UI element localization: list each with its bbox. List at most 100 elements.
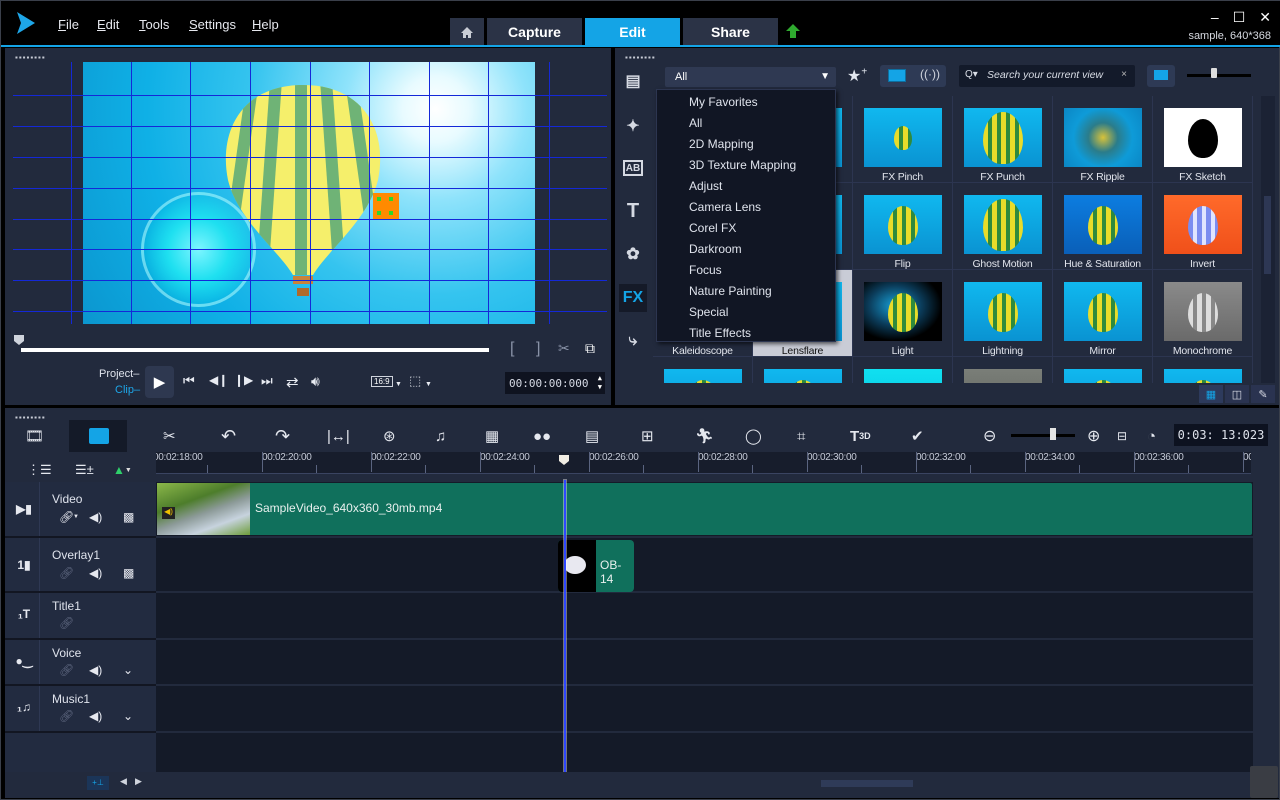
video-filter-view-icon[interactable] [888, 69, 906, 82]
transition-icon[interactable]: AB [623, 160, 643, 176]
split-clip-icon[interactable]: ✂ [558, 340, 570, 357]
time-ruler[interactable]: 00:02:18:00 00:02:20:00 00:02:22:00 00:02:2… [156, 452, 1251, 474]
filter-thumbnail[interactable] [753, 357, 853, 383]
pan-zoom-icon[interactable]: ⌗ [797, 424, 805, 448]
volume-icon[interactable]: ◀) [89, 566, 102, 580]
options-panel-icon[interactable]: ◫ [1225, 385, 1249, 403]
sound-mixer-icon[interactable]: ♫ [435, 424, 446, 448]
timeline-vertical-scrollbar[interactable] [1253, 452, 1279, 772]
track-lane[interactable]: OB-14 [156, 538, 1253, 593]
crop-select-icon[interactable]: ⬚ [409, 373, 421, 389]
3d-title-icon[interactable]: T 3D [850, 424, 871, 448]
add-track-icon[interactable]: +⊥ [87, 776, 109, 790]
filter-thumbnail[interactable]: Light [853, 270, 953, 357]
player-timecode[interactable]: 00:00:00:000 ▲ ▼ [505, 372, 605, 394]
link-icon[interactable]: 🔗︎ [59, 663, 74, 677]
scroll-left-icon[interactable]: ◀ [120, 776, 127, 787]
scrubber-handle[interactable] [13, 334, 25, 346]
filter-thumbnail[interactable]: Invert [1153, 183, 1253, 270]
filter-thumbnail[interactable] [953, 357, 1053, 383]
menu-help[interactable]: Help [252, 17, 279, 32]
timecode-spinner[interactable]: ▲ ▼ [598, 374, 602, 392]
filter-category-select[interactable]: All ▼ [665, 67, 836, 87]
volume-icon[interactable]: ◀) [89, 709, 102, 723]
zoom-in-icon[interactable]: ⊕ [1087, 424, 1100, 448]
maximize-button[interactable]: ☐ [1233, 9, 1246, 26]
filter-thumbnail[interactable]: FX Sketch [1153, 96, 1253, 183]
add-to-favorites-icon[interactable]: ★+ [847, 66, 867, 86]
transparency-icon[interactable]: ▩ [123, 566, 134, 580]
playhead-marker[interactable] [558, 454, 570, 466]
time-remapping-icon[interactable]: 🏃︎ [695, 424, 714, 448]
playhead-line[interactable] [564, 480, 566, 772]
project-mode-label[interactable]: Project– [99, 368, 139, 380]
filter-thumbnail[interactable] [1053, 357, 1153, 383]
title-icon[interactable]: T [619, 197, 647, 225]
motion-tracking-icon[interactable]: ●● [533, 424, 551, 448]
aspect-ratio-button[interactable]: 16:9 [371, 376, 393, 387]
track-manager-icon[interactable]: ⋮☰ [27, 458, 52, 482]
filter-thumbnail[interactable]: Mirror [1053, 270, 1153, 357]
instant-project-icon[interactable]: ✦ [619, 112, 647, 140]
mask-creator-icon[interactable]: ◯ [745, 424, 762, 448]
enable-ripple-icon[interactable]: ▲ ▼ [113, 458, 132, 482]
link-icon[interactable]: 🔗︎ [59, 566, 74, 580]
transparency-icon[interactable]: ▩ [123, 510, 134, 524]
mark-in-button[interactable]: [ [510, 340, 514, 358]
go-to-end-icon[interactable]: ⏭ [261, 373, 273, 389]
slider-knob[interactable] [1211, 68, 1217, 78]
fit-timeline-icon[interactable]: ⊟ [1117, 424, 1127, 448]
chevron-down-icon[interactable]: ▼ [395, 381, 402, 388]
dropdown-option[interactable]: My Favorites [689, 95, 758, 109]
timeline-zoom-slider[interactable] [1011, 434, 1075, 437]
menu-tools[interactable]: Tools [139, 17, 169, 32]
filter-fx-icon[interactable]: FX [619, 284, 647, 312]
next-frame-icon[interactable]: ❙▶ [234, 373, 253, 387]
previous-frame-icon[interactable]: ◀❙ [209, 373, 228, 387]
auto-music-icon[interactable]: ▦ [485, 424, 499, 448]
dropdown-option[interactable]: Special [689, 305, 728, 319]
tab-edit[interactable]: Edit [585, 18, 680, 46]
chevron-down-icon[interactable]: ▼ [73, 514, 79, 520]
timeline-horizontal-scrollbar[interactable] [821, 780, 913, 787]
filter-thumbnail[interactable]: Hue & Saturation [1053, 183, 1153, 270]
library-search-input[interactable]: Q▾ Search your current view × [959, 65, 1135, 87]
dropdown-option[interactable]: Nature Painting [689, 284, 772, 298]
close-button[interactable]: ✕ [1259, 9, 1271, 26]
filter-thumbnail[interactable]: Monochrome [1153, 270, 1253, 357]
filter-thumbnail[interactable]: Flip [853, 183, 953, 270]
library-scrollbar[interactable] [1261, 96, 1275, 383]
link-icon[interactable]: 🔗︎ [59, 510, 74, 524]
filter-thumbnail[interactable]: Lightning [953, 270, 1053, 357]
edit-options-icon[interactable]: ✎ [1251, 385, 1275, 403]
filter-thumbnail[interactable]: FX Ripple [1053, 96, 1153, 183]
undo-icon[interactable]: ↶ [221, 424, 236, 448]
filter-thumbnail[interactable] [853, 357, 953, 383]
link-icon[interactable]: 🔗︎ [59, 616, 74, 630]
filter-thumbnail[interactable]: FX Pinch [853, 96, 953, 183]
filter-thumbnail[interactable] [653, 357, 753, 383]
preview-screen[interactable] [83, 62, 535, 324]
play-button[interactable]: ▶ [145, 366, 174, 398]
volume-icon[interactable]: ◀) [89, 510, 102, 524]
filter-thumbnail[interactable]: FX Punch [953, 96, 1053, 183]
subtitle-editor-icon[interactable]: ▤ [585, 424, 599, 448]
track-name[interactable]: Voice [52, 646, 81, 660]
volume-icon[interactable]: ◀) [89, 663, 102, 677]
media-library-toggle-icon[interactable]: ▦ [1199, 385, 1223, 403]
add-remove-chapter-icon[interactable]: ☰± [75, 458, 94, 482]
video-clip[interactable]: ◀) SampleVideo_640x360_30mb.mp4 [157, 483, 1252, 535]
expand-icon[interactable]: ⌄ [123, 709, 133, 723]
dropdown-option[interactable]: Corel FX [689, 221, 736, 235]
track-name[interactable]: Title1 [52, 599, 81, 613]
overlay-clip[interactable]: OB-14 [558, 540, 634, 592]
record-capture-icon[interactable]: ⊛ [383, 424, 396, 448]
tab-home[interactable] [450, 18, 484, 46]
track-lane[interactable]: ◀) SampleVideo_640x360_30mb.mp4 [156, 482, 1253, 538]
tab-share[interactable]: Share [683, 18, 778, 46]
volume-icon[interactable]: 🔊︎ [311, 373, 320, 390]
track-name[interactable]: Video [52, 492, 82, 506]
track-name[interactable]: Overlay1 [52, 548, 100, 562]
split-screen-icon[interactable]: ✔ [911, 424, 924, 448]
dropdown-option[interactable]: Camera Lens [689, 200, 761, 214]
